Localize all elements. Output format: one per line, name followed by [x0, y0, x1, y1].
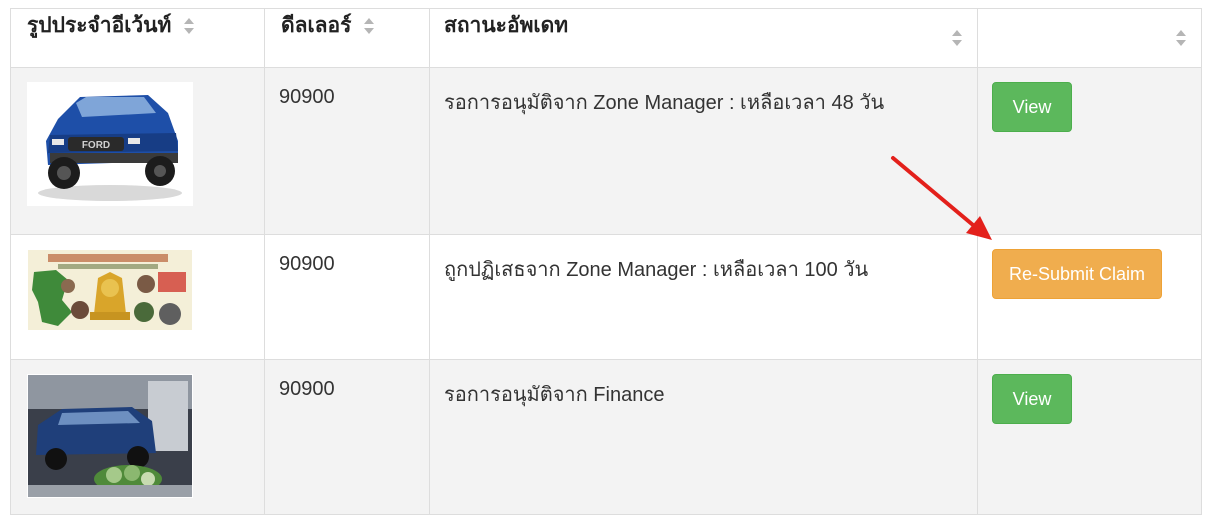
re-submit-claim-button[interactable]: Re-Submit Claim [992, 249, 1163, 299]
column-header-event-image[interactable]: รูปประจำอีเว้นท์ [10, 8, 265, 68]
action-cell: Re-Submit Claim [977, 234, 1202, 360]
column-header-label: รูปประจำอีเว้นท์ [27, 14, 172, 37]
column-header-label: ดีลเลอร์ [281, 14, 352, 37]
sort-icon[interactable] [1175, 29, 1187, 47]
sort-icon[interactable] [183, 17, 195, 35]
dealer-cell: 90900 [264, 67, 430, 235]
event-image-cell: FORD [10, 67, 265, 235]
event-image-cell [10, 234, 265, 360]
column-header-dealer[interactable]: ดีลเลอร์ [264, 8, 430, 68]
status-cell: รอการอนุมัติจาก Zone Manager : เหลือเวลา… [429, 67, 978, 235]
claims-table: รูปประจำอีเว้นท์ ดีลเลอร์ สถานะอัพเดท FO… [10, 8, 1202, 515]
dealer-cell: 90900 [264, 359, 430, 515]
action-cell: View [977, 359, 1202, 515]
event-poster-collage-photo[interactable] [27, 249, 193, 331]
action-cell: View [977, 67, 1202, 235]
svg-text:FORD: FORD [82, 140, 110, 151]
table-header-row: รูปประจำอีเว้นท์ ดีลเลอร์ สถานะอัพเดท [10, 8, 1202, 68]
table-row: 90900 รอการอนุมัติจาก Finance View [10, 359, 1202, 515]
view-button[interactable]: View [992, 82, 1072, 132]
dealer-cell: 90900 [264, 234, 430, 360]
column-header-action[interactable] [977, 8, 1202, 68]
column-header-label: สถานะอัพเดท [444, 14, 569, 37]
status-cell: ถูกปฏิเสธจาก Zone Manager : เหลือเวลา 10… [429, 234, 978, 360]
status-cell: รอการอนุมัติจาก Finance [429, 359, 978, 515]
sort-icon[interactable] [363, 17, 375, 35]
view-button[interactable]: View [992, 374, 1072, 424]
column-header-status[interactable]: สถานะอัพเดท [429, 8, 978, 68]
event-image-cell [10, 359, 265, 515]
sort-icon[interactable] [951, 29, 963, 47]
table-row: 90900 ถูกปฏิเสธจาก Zone Manager : เหลือเ… [10, 234, 1202, 360]
table-row: FORD 90900 รอการอนุมัติจาก Zone Manager … [10, 67, 1202, 235]
blue-pickup-truck-photo[interactable]: FORD [27, 82, 193, 206]
showroom-truck-display-photo[interactable] [27, 374, 193, 498]
